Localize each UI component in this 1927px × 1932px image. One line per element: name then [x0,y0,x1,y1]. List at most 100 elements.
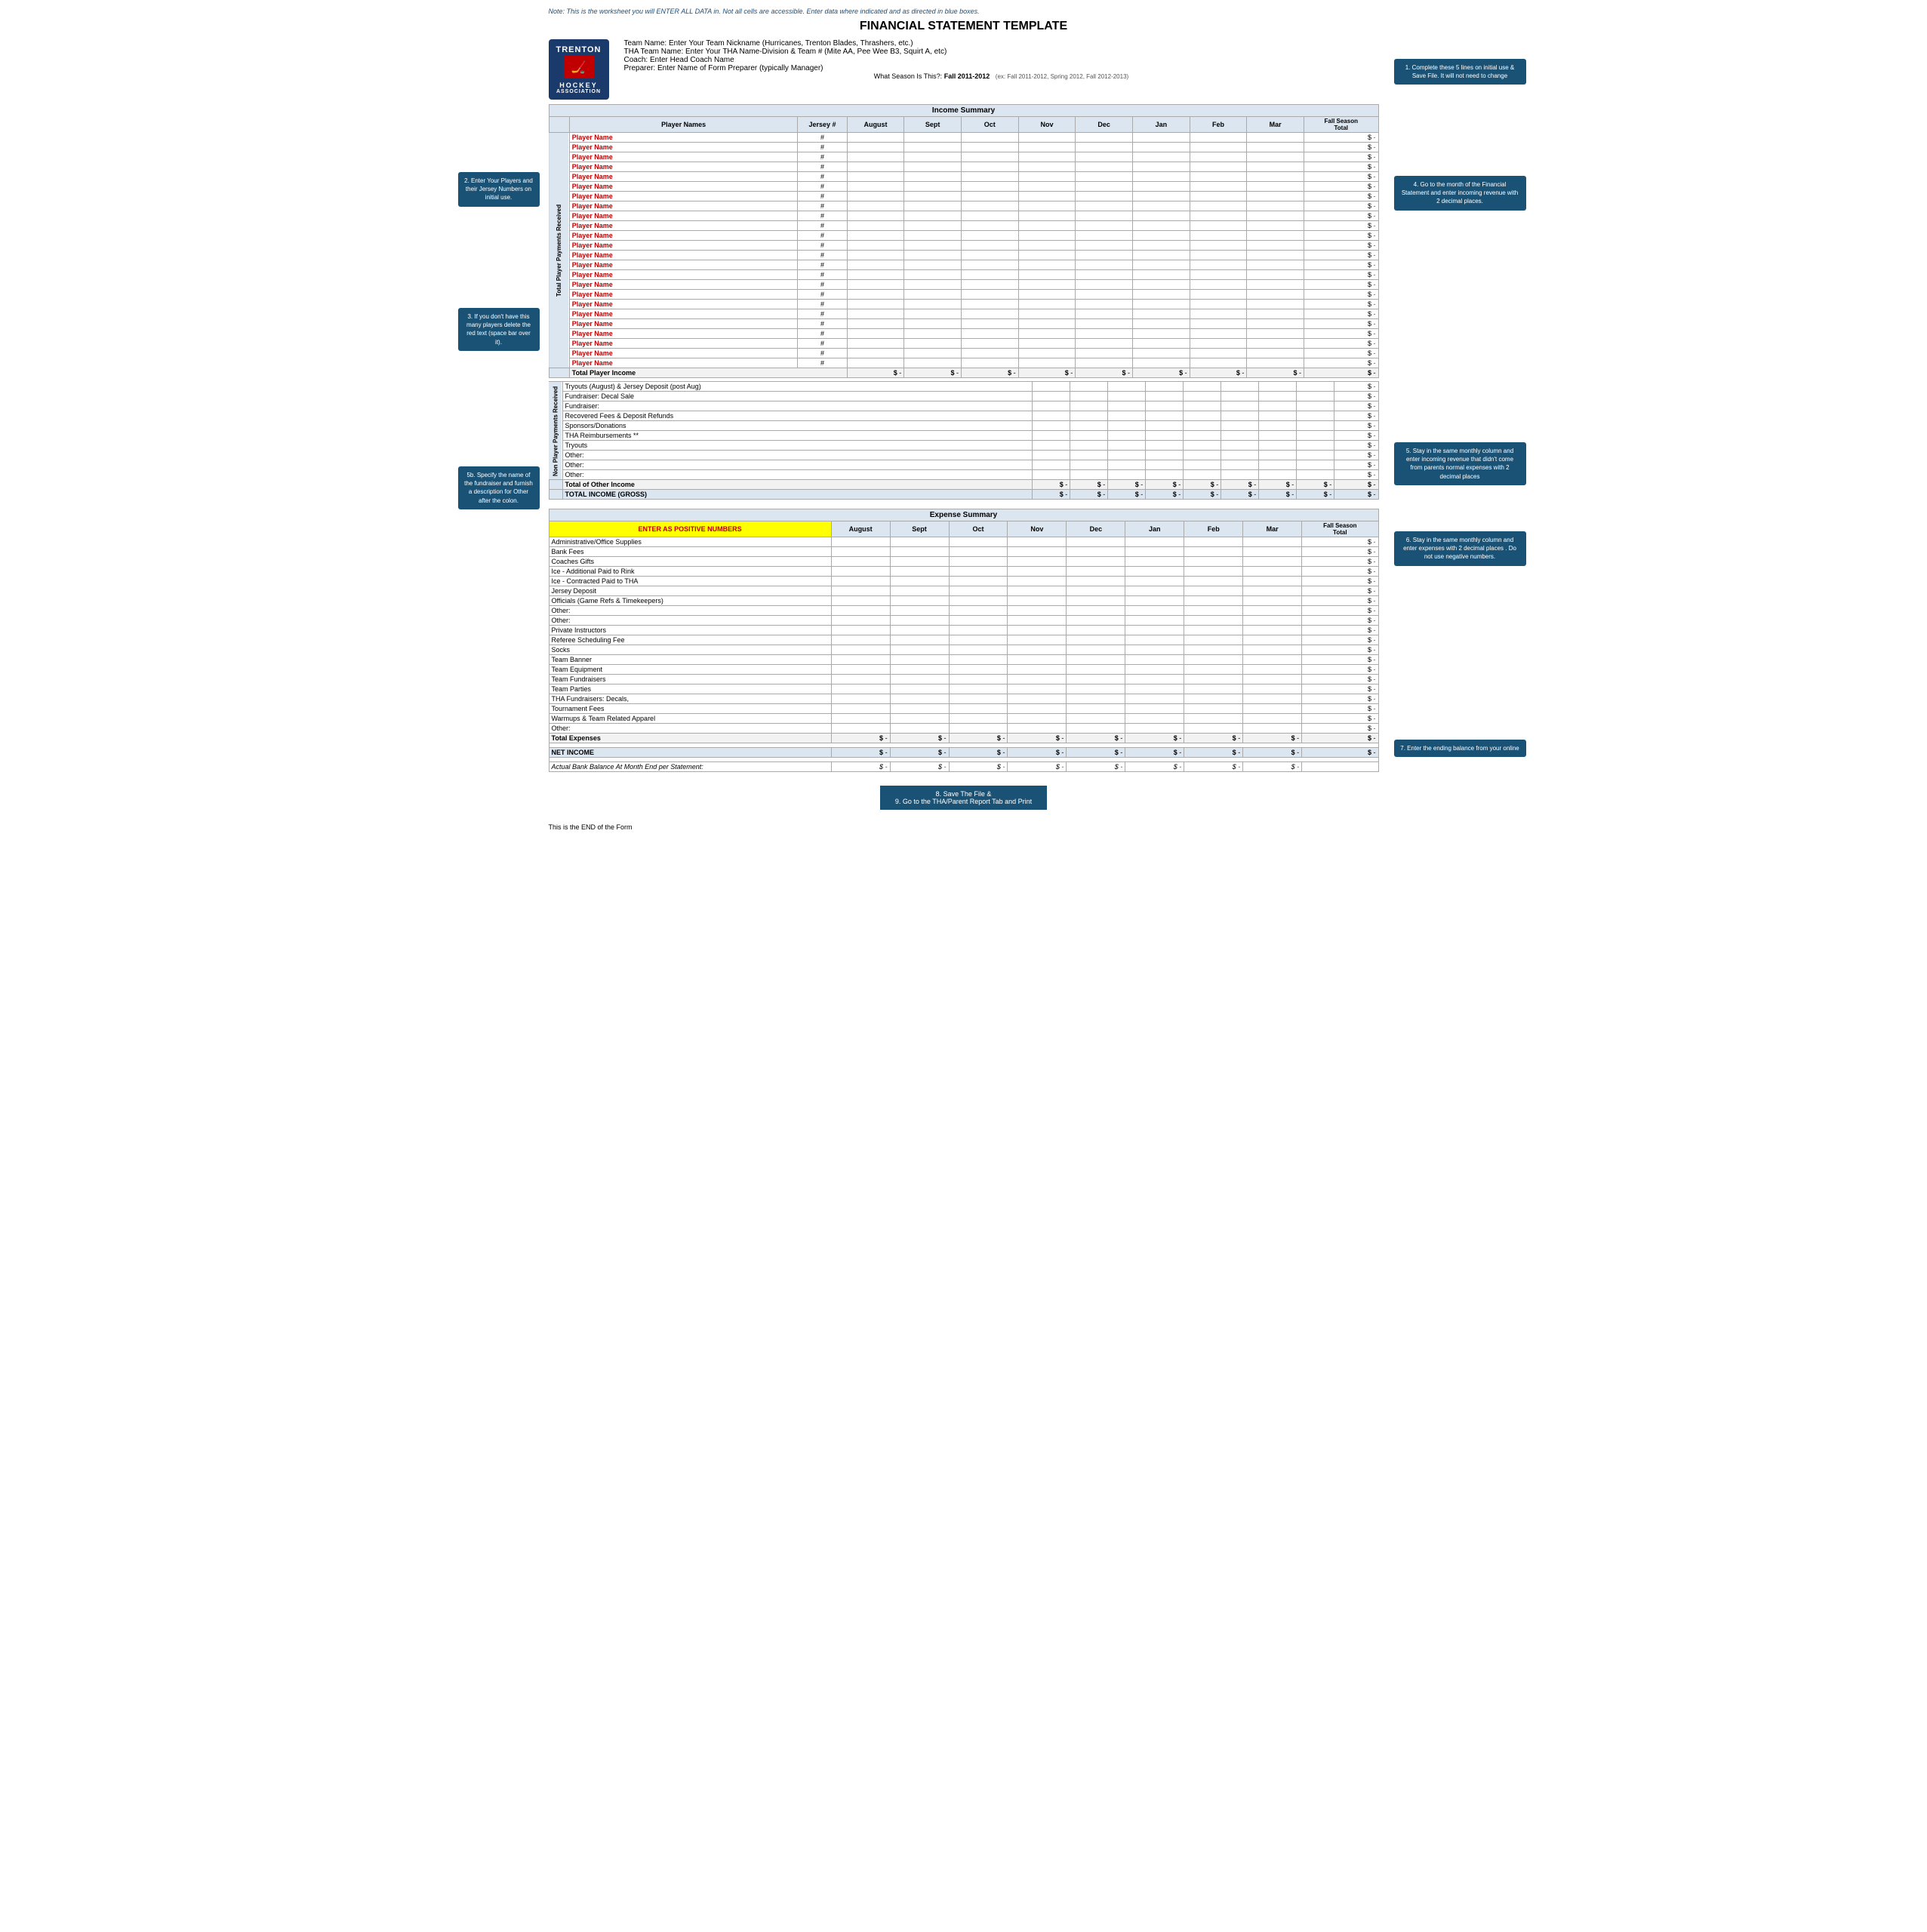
aug-cell[interactable] [847,211,904,221]
mar-cell[interactable] [1247,192,1304,202]
dec-cell[interactable] [1076,329,1133,339]
oct-cell[interactable] [961,221,1018,231]
mar-cell[interactable] [1247,300,1304,309]
dec-cell[interactable] [1076,211,1133,221]
oct-cell[interactable] [961,152,1018,162]
dec-cell[interactable] [1076,192,1133,202]
aug-cell[interactable] [847,221,904,231]
jersey-number[interactable]: # [798,192,847,202]
oct-cell[interactable] [961,241,1018,251]
jan-cell[interactable] [1132,162,1190,172]
dec-cell[interactable] [1076,251,1133,260]
player-name[interactable]: Player Name [569,300,798,309]
jersey-number[interactable]: # [798,329,847,339]
jan-cell[interactable] [1132,329,1190,339]
mar-cell[interactable] [1247,162,1304,172]
feb-cell[interactable] [1190,221,1247,231]
dec-cell[interactable] [1076,133,1133,143]
nov-cell[interactable] [1018,143,1076,152]
sept-cell[interactable] [904,270,962,280]
dec-cell[interactable] [1076,241,1133,251]
oct-cell[interactable] [961,133,1018,143]
jan-cell[interactable] [1132,309,1190,319]
jersey-number[interactable]: # [798,172,847,182]
jersey-number[interactable]: # [798,300,847,309]
mar-cell[interactable] [1247,270,1304,280]
nov-cell[interactable] [1018,251,1076,260]
aug-cell[interactable] [847,309,904,319]
nov-cell[interactable] [1018,300,1076,309]
aug-cell[interactable] [847,202,904,211]
sept-cell[interactable] [904,319,962,329]
oct-cell[interactable] [961,329,1018,339]
nov-cell[interactable] [1018,221,1076,231]
sept-cell[interactable] [904,211,962,221]
mar-cell[interactable] [1247,260,1304,270]
sept-cell[interactable] [904,221,962,231]
sept-cell[interactable] [904,251,962,260]
mar-cell[interactable] [1247,309,1304,319]
aug-cell[interactable] [847,339,904,349]
aug-cell[interactable] [847,241,904,251]
sept-cell[interactable] [904,329,962,339]
sept-cell[interactable] [904,290,962,300]
feb-cell[interactable] [1190,329,1247,339]
player-name[interactable]: Player Name [569,260,798,270]
player-name[interactable]: Player Name [569,280,798,290]
oct-cell[interactable] [961,300,1018,309]
jan-cell[interactable] [1132,241,1190,251]
sept-cell[interactable] [904,358,962,368]
nov-cell[interactable] [1018,211,1076,221]
aug-cell[interactable] [847,172,904,182]
sept-cell[interactable] [904,300,962,309]
dec-cell[interactable] [1076,349,1133,358]
sept-cell[interactable] [904,241,962,251]
jersey-number[interactable]: # [798,221,847,231]
sept-cell[interactable] [904,172,962,182]
dec-cell[interactable] [1076,260,1133,270]
feb-cell[interactable] [1190,152,1247,162]
oct-cell[interactable] [961,211,1018,221]
dec-cell[interactable] [1076,280,1133,290]
jan-cell[interactable] [1132,358,1190,368]
mar-cell[interactable] [1247,358,1304,368]
oct-cell[interactable] [961,349,1018,358]
oct-cell[interactable] [961,231,1018,241]
player-name[interactable]: Player Name [569,349,798,358]
feb-cell[interactable] [1190,251,1247,260]
aug-cell[interactable] [847,192,904,202]
feb-cell[interactable] [1190,192,1247,202]
jersey-number[interactable]: # [798,270,847,280]
player-name[interactable]: Player Name [569,358,798,368]
sept-cell[interactable] [904,260,962,270]
nov-cell[interactable] [1018,280,1076,290]
nov-cell[interactable] [1018,290,1076,300]
player-name[interactable]: Player Name [569,231,798,241]
mar-cell[interactable] [1247,182,1304,192]
oct-cell[interactable] [961,339,1018,349]
player-name[interactable]: Player Name [569,339,798,349]
mar-cell[interactable] [1247,143,1304,152]
player-name[interactable]: Player Name [569,182,798,192]
mar-cell[interactable] [1247,221,1304,231]
sept-cell[interactable] [904,349,962,358]
dec-cell[interactable] [1076,300,1133,309]
oct-cell[interactable] [961,260,1018,270]
mar-cell[interactable] [1247,202,1304,211]
feb-cell[interactable] [1190,319,1247,329]
oct-cell[interactable] [961,162,1018,172]
mar-cell[interactable] [1247,280,1304,290]
mar-cell[interactable] [1247,241,1304,251]
sept-cell[interactable] [904,192,962,202]
jan-cell[interactable] [1132,280,1190,290]
sept-cell[interactable] [904,143,962,152]
nov-cell[interactable] [1018,358,1076,368]
nov-cell[interactable] [1018,172,1076,182]
nov-cell[interactable] [1018,260,1076,270]
oct-cell[interactable] [961,251,1018,260]
aug-cell[interactable] [847,260,904,270]
aug-cell[interactable] [847,358,904,368]
dec-cell[interactable] [1076,162,1133,172]
oct-cell[interactable] [961,172,1018,182]
player-name[interactable]: Player Name [569,192,798,202]
